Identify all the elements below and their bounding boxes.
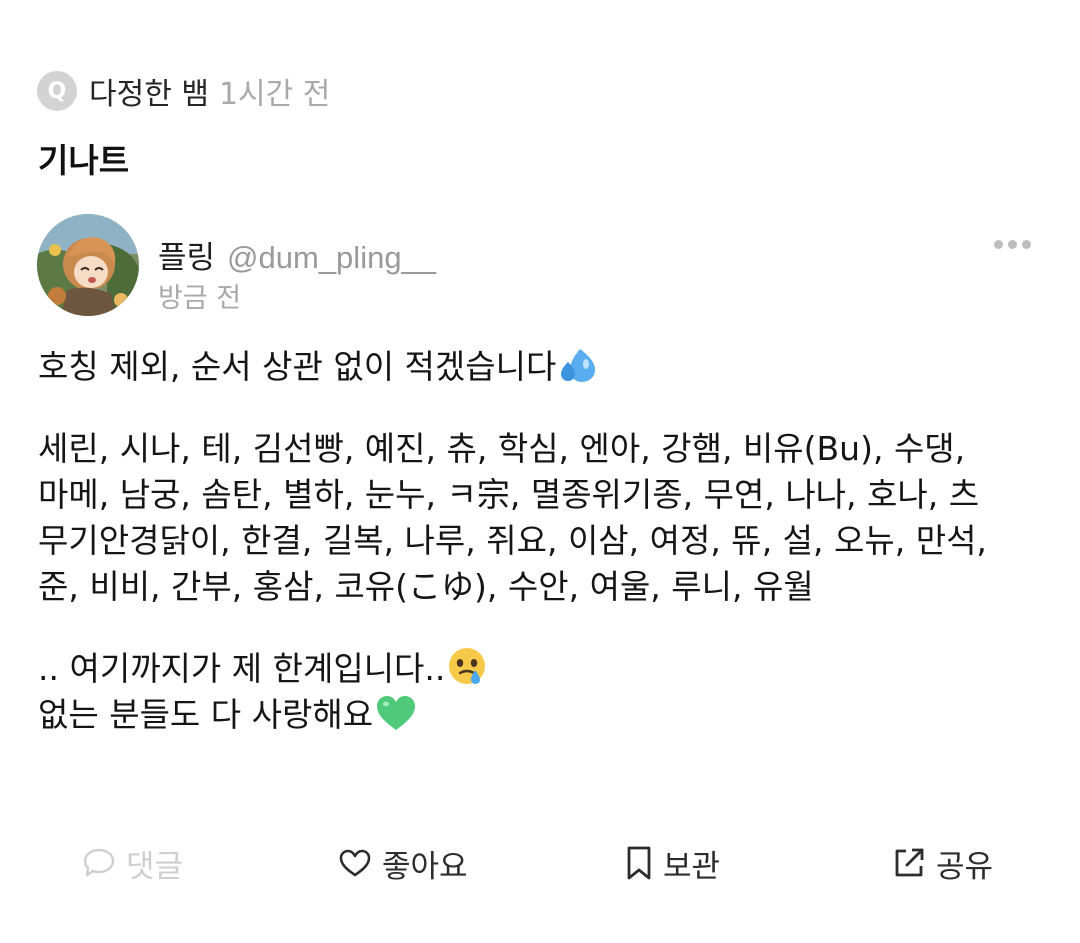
save-button[interactable]: 보관 — [625, 838, 720, 888]
answer-line: 호칭 제외, 순서 상관 없이 적겠습니다 — [38, 344, 1048, 390]
like-button[interactable]: 좋아요 — [338, 838, 468, 888]
comment-label: 댓글 — [126, 848, 184, 885]
question-author[interactable]: 다정한 뱀 — [89, 69, 209, 113]
answer-line: 없는 분들도 다 사랑해요 — [38, 692, 1048, 738]
share-icon — [892, 846, 926, 880]
share-label: 공유 — [936, 848, 994, 885]
comment-icon — [82, 847, 116, 879]
share-button[interactable]: 공유 — [892, 838, 993, 888]
question-badge-icon: Q — [37, 71, 77, 111]
avatar[interactable] — [37, 214, 139, 316]
more-options-icon[interactable] — [990, 236, 1035, 253]
answer-author-line: 플링 @dum_pling__ — [158, 232, 436, 277]
like-label: 좋아요 — [382, 848, 468, 885]
sweat-droplets-icon — [558, 346, 598, 396]
comment-button[interactable]: 댓글 — [82, 838, 183, 888]
question-header: Q 다정한 뱀 1시간 전 — [37, 68, 330, 114]
answer-line: 무기안경닭이, 한결, 길복, 나루, 쥐요, 이삼, 여정, 뜌, 설, 오뉴… — [38, 521, 987, 560]
action-bar: 댓글 좋아요 보관 공유 — [0, 838, 1080, 888]
bookmark-icon — [625, 845, 653, 881]
answer-line: 마메, 남궁, 솜탄, 별하, 눈누, ㅋ宗, 멸종위기종, 무연, 나나, 호… — [38, 475, 980, 514]
answer-author-handle[interactable]: @dum_pling__ — [227, 240, 436, 276]
heart-icon — [338, 848, 372, 878]
question-title: 기나트 — [38, 141, 130, 180]
post-detail: Q 다정한 뱀 1시간 전 기나트 플링 @dum_pling__ 방금 전 호… — [0, 0, 1080, 943]
green-heart-icon — [375, 694, 417, 744]
answer-line: 준, 비비, 간부, 홍삼, 코유(こゆ), 수안, 여울, 루니, 유월 — [38, 567, 814, 606]
answer-body: 호칭 제외, 순서 상관 없이 적겠습니다 세린, 시나, 테, 김선빵, 예진… — [38, 344, 1048, 738]
face-holding-back-tears-icon — [447, 646, 487, 698]
answer-line: 세린, 시나, 테, 김선빵, 예진, 츄, 학심, 엔아, 강햄, 비유(Bu… — [38, 429, 966, 468]
question-time: 1시간 전 — [218, 77, 331, 112]
save-label: 보관 — [663, 848, 721, 885]
answer-line: .. 여기까지가 제 한계입니다.. — [38, 646, 1048, 692]
answer-time: 방금 전 — [158, 283, 242, 314]
answer-author-name[interactable]: 플링 — [158, 232, 215, 277]
